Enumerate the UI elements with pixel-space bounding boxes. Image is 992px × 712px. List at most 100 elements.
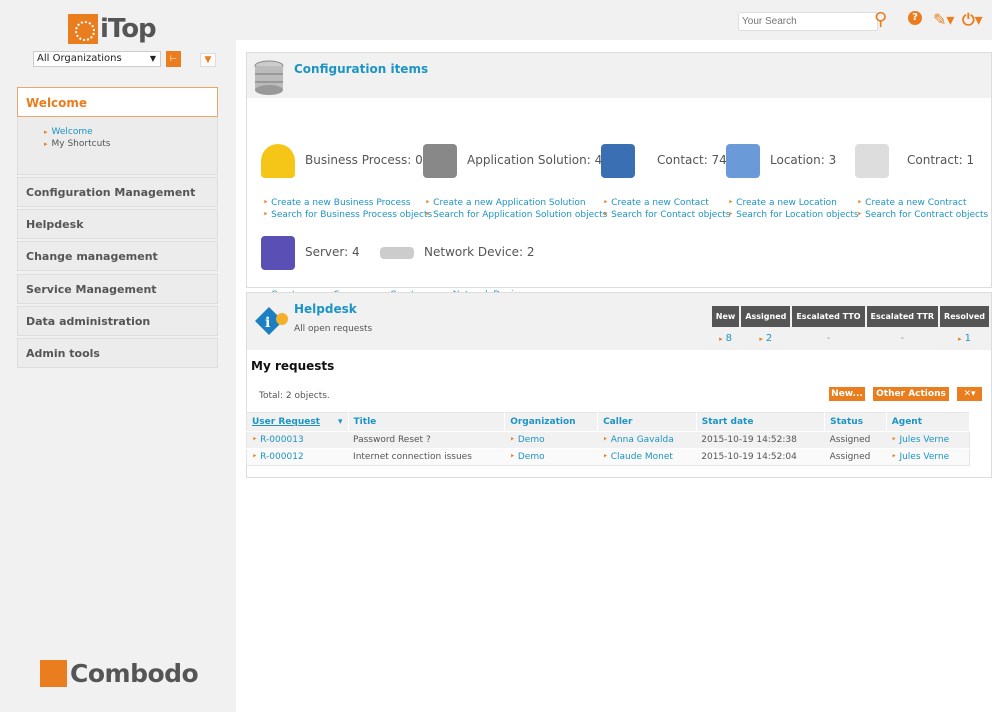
search-icon[interactable]: ⚲ (874, 9, 887, 30)
stat-escalated-ttr: - (900, 333, 905, 344)
panel-title: Helpdesk (294, 302, 357, 316)
column-header[interactable]: Agent (886, 412, 971, 432)
menu-welcome[interactable]: Welcome (17, 87, 218, 117)
table-cell[interactable]: Demo (504, 448, 598, 466)
create-link[interactable]: Create a new Location (728, 198, 837, 208)
cell-link[interactable]: Demo (510, 452, 545, 462)
network-device-icon (380, 247, 414, 259)
help-icon[interactable]: ? (908, 11, 922, 25)
ci-count-label: Application Solution: 4 (467, 153, 603, 167)
table-cell: Assigned (824, 448, 887, 466)
table-cell: Password Reset ? (348, 431, 505, 449)
table-cell[interactable]: Jules Verne (886, 448, 970, 466)
cell-link[interactable]: Anna Gavalda (603, 435, 674, 445)
menu-helpdesk[interactable]: Helpdesk (17, 209, 218, 239)
column-header[interactable]: Title (348, 412, 506, 432)
table-cell: 2015-10-19 14:52:04 (696, 448, 825, 466)
combodo-logo: Combodo (40, 659, 199, 688)
search-link[interactable]: Search for Business Process objects (263, 210, 432, 220)
search-input[interactable] (738, 12, 878, 31)
panel-subtitle: All open requests (294, 324, 373, 334)
bullet-icon: ▸ (44, 140, 48, 148)
column-header[interactable]: User Request ▾ (246, 412, 349, 432)
organization-select[interactable]: All Organizations ▼ (33, 51, 161, 67)
helpdesk-icon: i (255, 307, 288, 335)
tools-icon: ✕▾ (963, 389, 976, 399)
application-solution-icon (423, 144, 457, 178)
create-link[interactable]: Create a new Application Solution (425, 198, 585, 208)
search-link[interactable]: Search for Contact objects (603, 210, 730, 220)
panel-title: Configuration items (294, 62, 429, 76)
submenu-link[interactable]: My Shortcuts (52, 139, 111, 149)
search-link[interactable]: Search for Location objects (728, 210, 858, 220)
ci-count-label: Business Process: 0 (305, 153, 423, 167)
logo-text: iTop (100, 14, 157, 44)
server-icon (261, 236, 295, 270)
stat-escalated-tto: - (826, 333, 831, 344)
menu-configuration-management[interactable]: Configuration Management (17, 177, 218, 207)
create-link[interactable]: Create a new Business Process (263, 198, 410, 208)
left-pane: iTop All Organizations ▼ ⊢ ▼ Welcome ▸ We… (0, 0, 236, 712)
table-cell[interactable]: R-000013 (246, 431, 349, 449)
hierarchy-icon: ⊢ (170, 54, 177, 63)
search-link[interactable]: Search for Application Solution objects (425, 210, 607, 220)
request-stats-table: New Assigned Escalated TTO Escalated TTR… (710, 306, 991, 350)
create-link[interactable]: Create a new Contact (603, 198, 709, 208)
svg-text:i: i (265, 315, 270, 331)
menu-data-administration[interactable]: Data administration (17, 306, 218, 336)
cell-link[interactable]: R-000012 (252, 452, 304, 462)
stat-new[interactable]: ▸ 8 (712, 327, 740, 350)
stat-header: New (711, 306, 740, 327)
panel-header: Configuration items (247, 53, 991, 98)
bullet-icon: ▸ (44, 128, 48, 136)
pin-menu-button[interactable]: ▼ (200, 53, 216, 67)
itop-logo[interactable]: iTop (68, 14, 157, 44)
column-header[interactable]: Status (824, 412, 887, 432)
table-row: R-000013 Password Reset ? Demo Anna Gavalda… (246, 431, 970, 449)
menu-admin-tools[interactable]: Admin tools (17, 338, 218, 368)
stat-resolved[interactable]: ▸ 1 (940, 327, 989, 350)
ci-count-label: Server: 4 (305, 245, 360, 259)
create-link[interactable]: Create a new Contract (857, 198, 966, 208)
search-link[interactable]: Search for Contract objects (857, 210, 988, 220)
location-icon (726, 144, 760, 178)
table-cell[interactable]: Jules Verne (886, 431, 970, 449)
my-requests-title: My requests (251, 359, 335, 373)
cell-link[interactable]: Jules Verne (891, 435, 949, 445)
submenu-link[interactable]: Welcome (52, 127, 93, 137)
tools-button[interactable]: ✕▾ (957, 387, 982, 401)
menu-service-management[interactable]: Service Management (17, 274, 218, 304)
cell-link[interactable]: R-000013 (252, 435, 304, 445)
table-cell[interactable]: Claude Monet (597, 448, 697, 466)
stat-header: Escalated TTR (866, 306, 939, 327)
stat-assigned[interactable]: ▸ 2 (741, 327, 790, 350)
column-header[interactable]: Start date (696, 412, 826, 432)
org-select-value: All Organizations (37, 53, 122, 64)
stat-header: Resolved (940, 306, 989, 327)
cell-link[interactable]: Claude Monet (603, 452, 673, 462)
submenu-item-my-shortcuts[interactable]: ▸ My Shortcuts (44, 139, 217, 149)
ci-count-label: Network Device: 2 (424, 245, 535, 259)
org-hierarchy-button[interactable]: ⊢ (166, 51, 181, 67)
menu-change-management[interactable]: Change management (17, 241, 218, 271)
power-icon[interactable]: ⏻▾ (962, 10, 983, 30)
table-cell[interactable]: R-000012 (246, 448, 349, 466)
other-actions-button[interactable]: Other Actions ▾ (873, 387, 949, 413)
cell-link[interactable]: Jules Verne (891, 452, 949, 462)
ci-count-label: Location: 3 (770, 153, 837, 167)
submenu-item-welcome[interactable]: ▸ Welcome (44, 127, 217, 137)
table-cell[interactable]: Demo (504, 431, 598, 449)
column-header[interactable]: Organization (504, 412, 599, 432)
column-header[interactable]: Caller (597, 412, 697, 432)
stat-header: Assigned (741, 306, 791, 327)
pencil-icon[interactable]: ✎▾ (933, 10, 954, 29)
chevron-down-icon: ▼ (149, 54, 156, 63)
cell-link[interactable]: Demo (510, 435, 545, 445)
table-cell: Assigned (824, 431, 887, 449)
new-request-button[interactable]: New... (829, 387, 865, 401)
welcome-submenu: ▸ Welcome ▸ My Shortcuts (17, 117, 218, 175)
pin-icon: ▼ (204, 55, 212, 65)
total-count: Total: 2 objects. (259, 391, 330, 401)
table-cell[interactable]: Anna Gavalda (597, 431, 697, 449)
contact-icon (601, 144, 635, 178)
